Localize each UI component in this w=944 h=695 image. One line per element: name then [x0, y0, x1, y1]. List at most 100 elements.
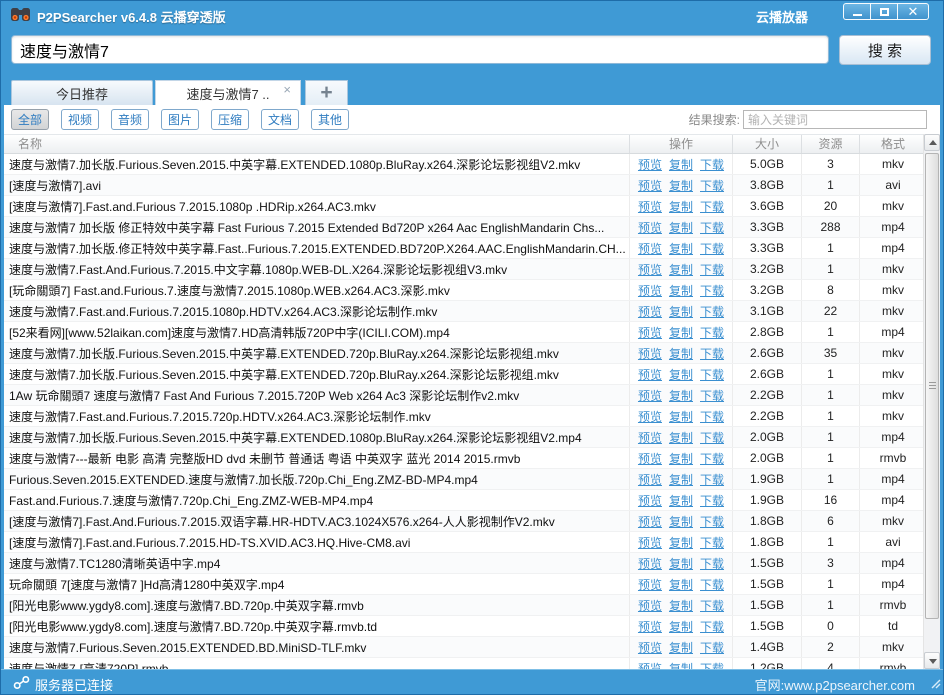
- copy-link[interactable]: 复制: [669, 408, 693, 425]
- download-link[interactable]: 下载: [700, 282, 724, 299]
- download-link[interactable]: 下载: [700, 366, 724, 383]
- preview-link[interactable]: 预览: [638, 576, 662, 593]
- table-row[interactable]: 速度与激情7.加长版.Furious.Seven.2015.中英字幕.EXTEN…: [4, 343, 926, 364]
- copy-link[interactable]: 复制: [669, 555, 693, 572]
- download-link[interactable]: 下载: [700, 408, 724, 425]
- table-row[interactable]: 速度与激情7-[高清720P].rmvb预览复制下载1.2GB4rmvb: [4, 658, 926, 669]
- table-row[interactable]: 速度与激情7 加长版 修正特效中英字幕 Fast Furious 7.2015 …: [4, 217, 926, 238]
- table-row[interactable]: 速度与激情7.Furious.Seven.2015.EXTENDED.BD.Mi…: [4, 637, 926, 658]
- preview-link[interactable]: 预览: [638, 513, 662, 530]
- copy-link[interactable]: 复制: [669, 513, 693, 530]
- copy-link[interactable]: 复制: [669, 429, 693, 446]
- maximize-button[interactable]: [870, 3, 898, 20]
- copy-link[interactable]: 复制: [669, 261, 693, 278]
- copy-link[interactable]: 复制: [669, 156, 693, 173]
- preview-link[interactable]: 预览: [638, 450, 662, 467]
- preview-link[interactable]: 预览: [638, 492, 662, 509]
- download-link[interactable]: 下载: [700, 597, 724, 614]
- filter-button-other[interactable]: 其他: [311, 109, 349, 130]
- download-link[interactable]: 下载: [700, 576, 724, 593]
- download-link[interactable]: 下载: [700, 471, 724, 488]
- search-button[interactable]: 搜 索: [839, 35, 931, 65]
- table-row[interactable]: [速度与激情7].Fast.and.Furious 7.2015.1080p .…: [4, 196, 926, 217]
- download-link[interactable]: 下载: [700, 345, 724, 362]
- table-row[interactable]: 玩命關頭 7[速度与激情7 ]Hd高清1280中英双字.mp4预览复制下载1.5…: [4, 574, 926, 595]
- preview-link[interactable]: 预览: [638, 366, 662, 383]
- table-row[interactable]: [阳光电影www.ygdy8.com].速度与激情7.BD.720p.中英双字幕…: [4, 595, 926, 616]
- preview-link[interactable]: 预览: [638, 534, 662, 551]
- download-link[interactable]: 下载: [700, 240, 724, 257]
- table-row[interactable]: [阳光电影www.ygdy8.com].速度与激情7.BD.720p.中英双字幕…: [4, 616, 926, 637]
- table-row[interactable]: [速度与激情7].avi预览复制下载3.8GB1avi: [4, 175, 926, 196]
- download-link[interactable]: 下载: [700, 660, 724, 670]
- download-link[interactable]: 下载: [700, 156, 724, 173]
- column-header-size[interactable]: 大小: [732, 135, 801, 153]
- preview-link[interactable]: 预览: [638, 555, 662, 572]
- filter-button-document[interactable]: 文档: [261, 109, 299, 130]
- table-row[interactable]: 速度与激情7---最新 电影 高清 完整版HD dvd 未删节 普通话 粤语 中…: [4, 448, 926, 469]
- download-link[interactable]: 下载: [700, 492, 724, 509]
- download-link[interactable]: 下载: [700, 303, 724, 320]
- scroll-up-button[interactable]: [924, 134, 940, 151]
- vertical-scrollbar[interactable]: [923, 134, 940, 669]
- scrollbar-thumb[interactable]: [925, 153, 939, 619]
- copy-link[interactable]: 复制: [669, 303, 693, 320]
- copy-link[interactable]: 复制: [669, 219, 693, 236]
- download-link[interactable]: 下载: [700, 450, 724, 467]
- preview-link[interactable]: 预览: [638, 282, 662, 299]
- table-row[interactable]: Fast.and.Furious.7.速度与激情7.720p.Chi_Eng.Z…: [4, 490, 926, 511]
- download-link[interactable]: 下载: [700, 555, 724, 572]
- tab-today-recommend[interactable]: 今日推荐: [11, 80, 153, 105]
- copy-link[interactable]: 复制: [669, 324, 693, 341]
- search-input[interactable]: [11, 35, 829, 64]
- preview-link[interactable]: 预览: [638, 618, 662, 635]
- table-row[interactable]: 速度与激情7.Fast.and.Furious.7.2015.720p.HDTV…: [4, 406, 926, 427]
- download-link[interactable]: 下载: [700, 429, 724, 446]
- column-header-name[interactable]: 名称: [4, 135, 629, 153]
- column-header-resources[interactable]: 资源: [801, 135, 859, 153]
- copy-link[interactable]: 复制: [669, 660, 693, 670]
- copy-link[interactable]: 复制: [669, 366, 693, 383]
- copy-link[interactable]: 复制: [669, 387, 693, 404]
- download-link[interactable]: 下载: [700, 177, 724, 194]
- table-row[interactable]: [速度与激情7].Fast.and.Furious.7.2015.HD-TS.X…: [4, 532, 926, 553]
- download-link[interactable]: 下载: [700, 534, 724, 551]
- preview-link[interactable]: 预览: [638, 303, 662, 320]
- copy-link[interactable]: 复制: [669, 240, 693, 257]
- filter-button-all[interactable]: 全部: [11, 109, 49, 130]
- download-link[interactable]: 下载: [700, 387, 724, 404]
- copy-link[interactable]: 复制: [669, 282, 693, 299]
- filter-button-audio[interactable]: 音频: [111, 109, 149, 130]
- new-tab-button[interactable]: +: [305, 80, 348, 105]
- copy-link[interactable]: 复制: [669, 492, 693, 509]
- copy-link[interactable]: 复制: [669, 618, 693, 635]
- preview-link[interactable]: 预览: [638, 156, 662, 173]
- copy-link[interactable]: 复制: [669, 198, 693, 215]
- copy-link[interactable]: 复制: [669, 597, 693, 614]
- preview-link[interactable]: 预览: [638, 240, 662, 257]
- preview-link[interactable]: 预览: [638, 387, 662, 404]
- table-row[interactable]: 速度与激情7.加长版.Furious.Seven.2015.中英字幕.EXTEN…: [4, 427, 926, 448]
- scroll-down-button[interactable]: [924, 652, 940, 669]
- download-link[interactable]: 下载: [700, 261, 724, 278]
- table-row[interactable]: Furious.Seven.2015.EXTENDED.速度与激情7.加长版.7…: [4, 469, 926, 490]
- filter-button-video[interactable]: 视频: [61, 109, 99, 130]
- close-button[interactable]: ✕: [897, 3, 929, 20]
- filter-button-image[interactable]: 图片: [161, 109, 199, 130]
- minimize-button[interactable]: [843, 3, 871, 20]
- table-row[interactable]: [速度与激情7].Fast.And.Furious.7.2015.双语字幕.HR…: [4, 511, 926, 532]
- copy-link[interactable]: 复制: [669, 576, 693, 593]
- table-row[interactable]: 速度与激情7.加长版.修正特效中英字幕.Fast..Furious.7.2015…: [4, 238, 926, 259]
- preview-link[interactable]: 预览: [638, 198, 662, 215]
- download-link[interactable]: 下载: [700, 513, 724, 530]
- preview-link[interactable]: 预览: [638, 345, 662, 362]
- cloud-player-button[interactable]: 云播放器: [756, 7, 808, 26]
- table-row[interactable]: 1Aw 玩命關頭7 速度与激情7 Fast And Furious 7.2015…: [4, 385, 926, 406]
- preview-link[interactable]: 预览: [638, 597, 662, 614]
- download-link[interactable]: 下载: [700, 198, 724, 215]
- preview-link[interactable]: 预览: [638, 219, 662, 236]
- download-link[interactable]: 下载: [700, 639, 724, 656]
- filter-button-archive[interactable]: 压缩: [211, 109, 249, 130]
- preview-link[interactable]: 预览: [638, 660, 662, 670]
- preview-link[interactable]: 预览: [638, 324, 662, 341]
